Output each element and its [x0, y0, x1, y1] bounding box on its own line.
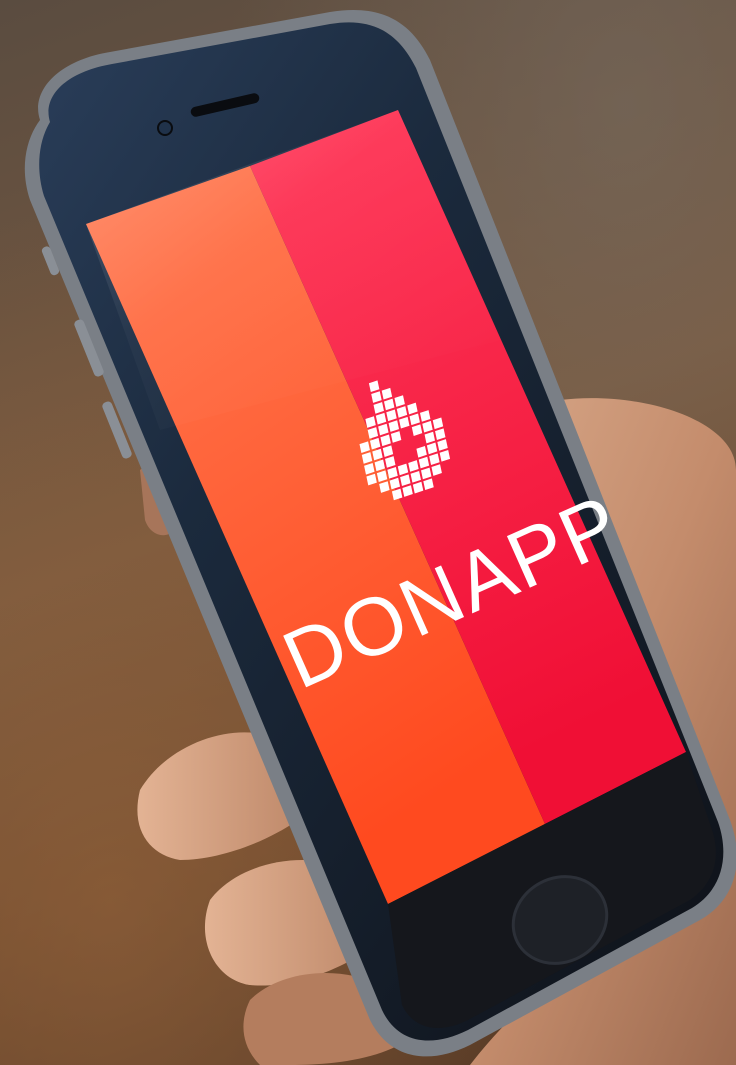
front-camera: [157, 120, 173, 136]
phone-illustration: DONAPP: [24, 10, 736, 1065]
photo-scene: DONAPP: [0, 0, 736, 1065]
